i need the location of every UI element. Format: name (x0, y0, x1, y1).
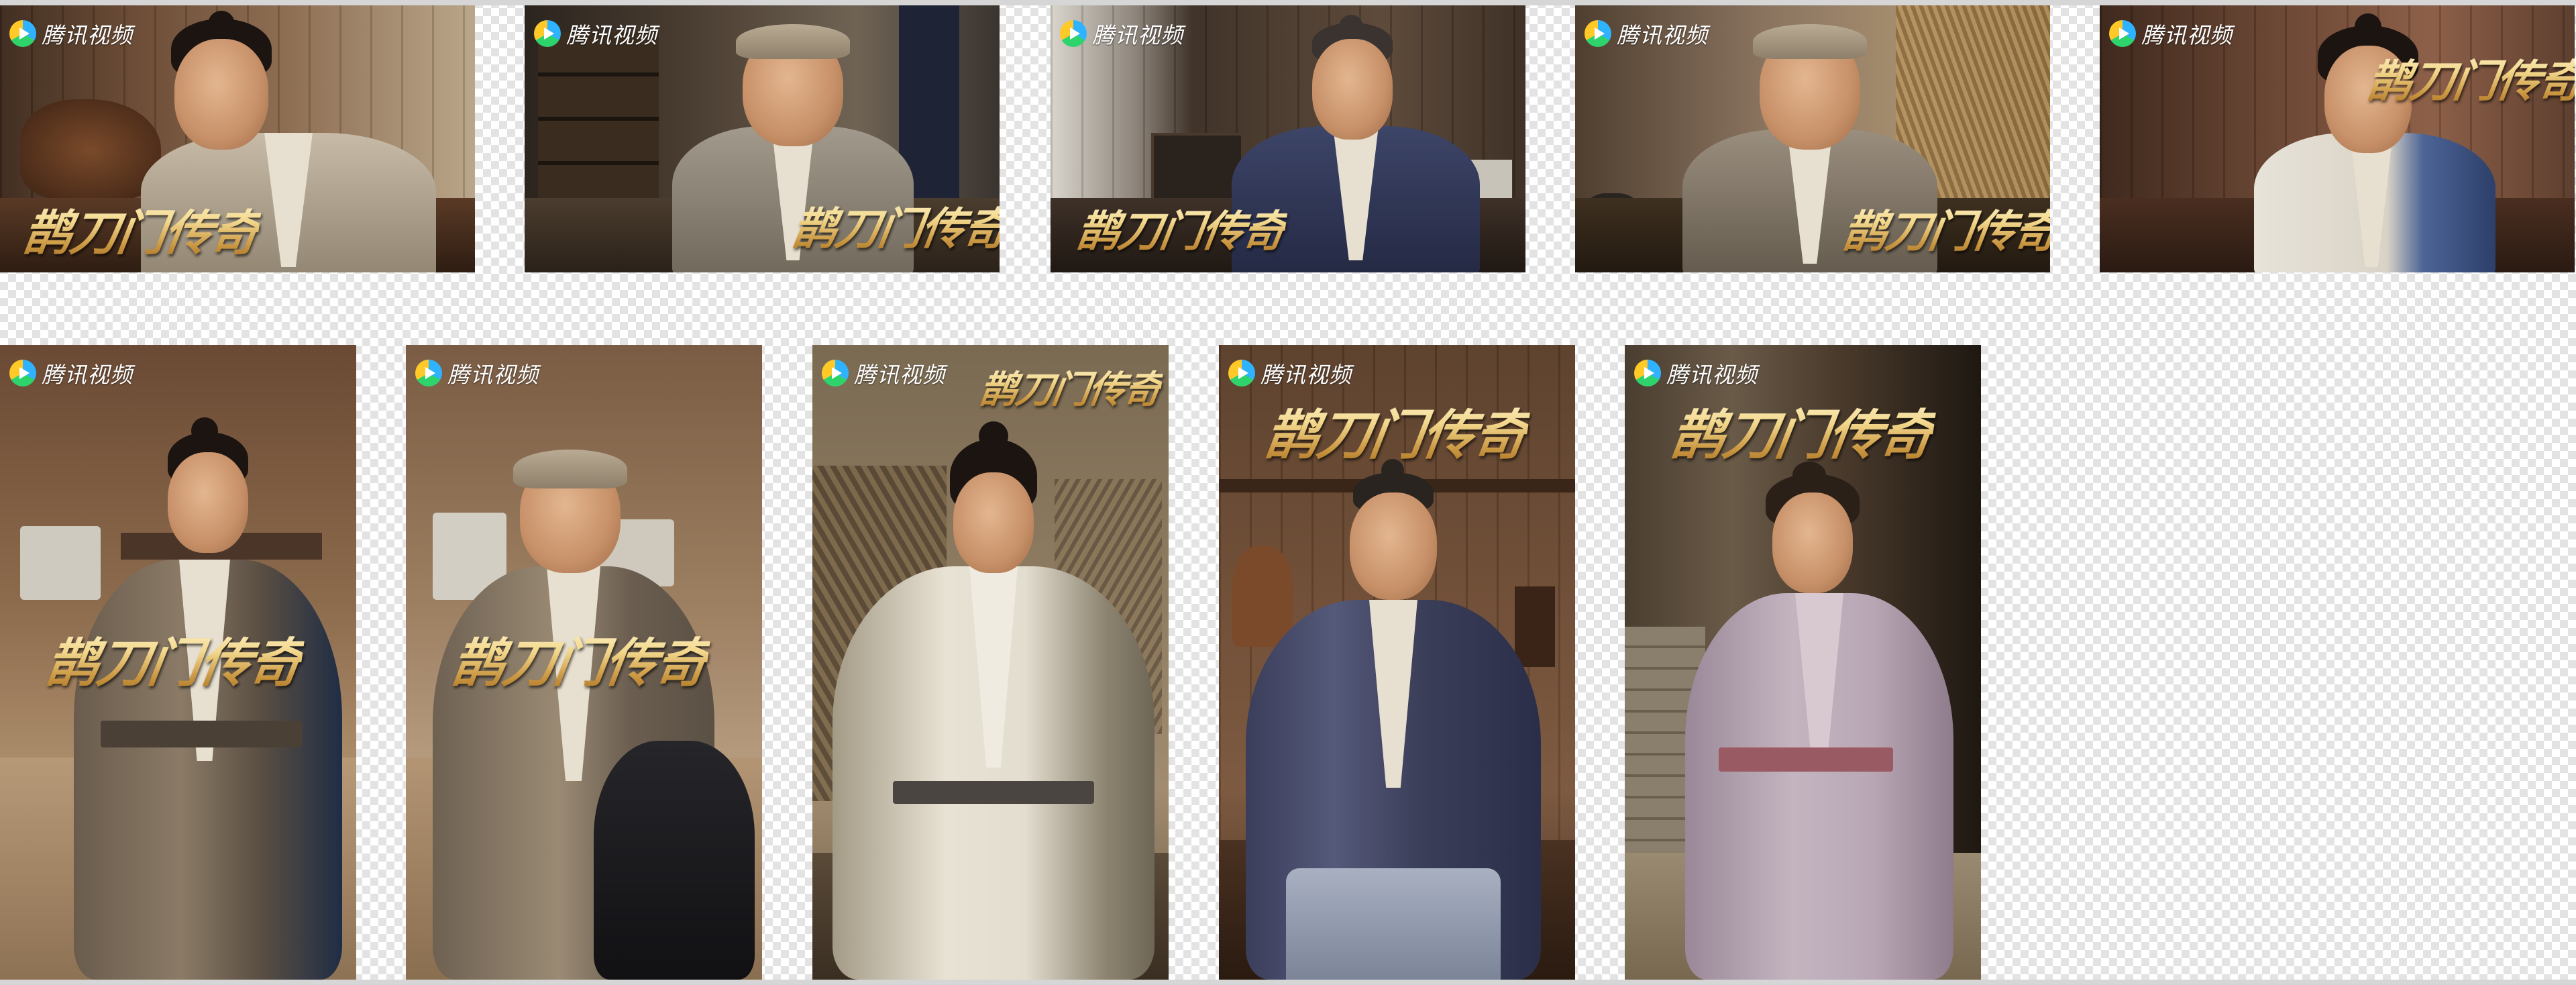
show-title-art: 鹊刀门传奇 (42, 621, 307, 696)
poster-portrait-1[interactable]: 腾讯视频 鹊刀门传奇 (0, 345, 356, 980)
poster-portrait-2[interactable]: 腾讯视频 鹊刀门传奇 (406, 345, 762, 980)
tencent-video-logo: 腾讯视频 (1634, 357, 1758, 389)
logo-text: 腾讯视频 (1617, 22, 1708, 48)
logo-text: 腾讯视频 (1666, 362, 1758, 388)
logo-text: 腾讯视频 (854, 362, 945, 388)
poster-portrait-5[interactable]: 腾讯视频 鹊刀门传奇 (1625, 345, 1981, 980)
show-title-art: 鹊刀门传奇 (2363, 46, 2575, 110)
tencent-video-play-icon (415, 360, 442, 386)
tencent-video-play-icon (9, 20, 36, 47)
poster-portrait-4[interactable]: 腾讯视频 鹊刀门传奇 (1219, 345, 1575, 980)
top-border (0, 0, 2576, 5)
tencent-video-logo: 腾讯视频 (415, 357, 539, 389)
show-title-art: 鹊刀门传奇 (1260, 392, 1533, 470)
logo-text: 腾讯视频 (1092, 22, 1183, 48)
poster-landscape-5[interactable]: 腾讯视频 鹊刀门传奇 (2100, 5, 2575, 272)
tencent-video-logo: 腾讯视频 (1228, 357, 1352, 389)
tencent-video-play-icon (822, 360, 849, 386)
tencent-video-play-icon (1634, 360, 1661, 386)
show-title-art: 鹊刀门传奇 (1666, 392, 1939, 470)
tencent-video-logo: 腾讯视频 (2109, 17, 2233, 50)
tencent-video-play-icon (9, 360, 36, 386)
logo-text: 腾讯视频 (566, 22, 657, 48)
poster-scene (812, 345, 1169, 980)
poster-landscape-2[interactable]: 腾讯视频 鹊刀门传奇 (525, 5, 1000, 272)
tencent-video-play-icon (1228, 360, 1255, 386)
tencent-video-logo: 腾讯视频 (534, 17, 657, 50)
logo-text: 腾讯视频 (1260, 362, 1352, 388)
poster-portrait-3[interactable]: 腾讯视频 鹊刀门传奇 (812, 345, 1169, 980)
tencent-video-logo: 腾讯视频 (9, 357, 133, 389)
logo-text: 腾讯视频 (447, 362, 539, 388)
show-title-art: 鹊刀门传奇 (447, 621, 713, 696)
tencent-video-logo: 腾讯视频 (9, 17, 133, 50)
bottom-border (0, 980, 2576, 985)
logo-text: 腾讯视频 (42, 22, 133, 48)
poster-landscape-3[interactable]: 腾讯视频 鹊刀门传奇 (1051, 5, 1525, 272)
tencent-video-logo: 腾讯视频 (1585, 17, 1708, 50)
tencent-video-logo: 腾讯视频 (1060, 17, 1183, 50)
show-title-art: 鹊刀门传奇 (1073, 197, 1290, 259)
tencent-video-play-icon (534, 20, 561, 47)
logo-text: 腾讯视频 (2141, 22, 2233, 48)
show-title-art: 鹊刀门传奇 (19, 193, 264, 264)
tencent-video-play-icon (2109, 20, 2136, 47)
tencent-video-logo: 腾讯视频 (822, 357, 945, 389)
show-title-art: 鹊刀门传奇 (788, 193, 1000, 258)
show-title-art: 鹊刀门传奇 (1839, 196, 2050, 260)
show-title-art: 鹊刀门传奇 (976, 360, 1165, 414)
logo-text: 腾讯视频 (42, 362, 133, 388)
tencent-video-play-icon (1585, 20, 1611, 47)
tencent-video-play-icon (1060, 20, 1087, 47)
poster-landscape-4[interactable]: 腾讯视频 鹊刀门传奇 (1575, 5, 2050, 272)
poster-landscape-1[interactable]: 腾讯视频 鹊刀门传奇 (0, 5, 475, 272)
